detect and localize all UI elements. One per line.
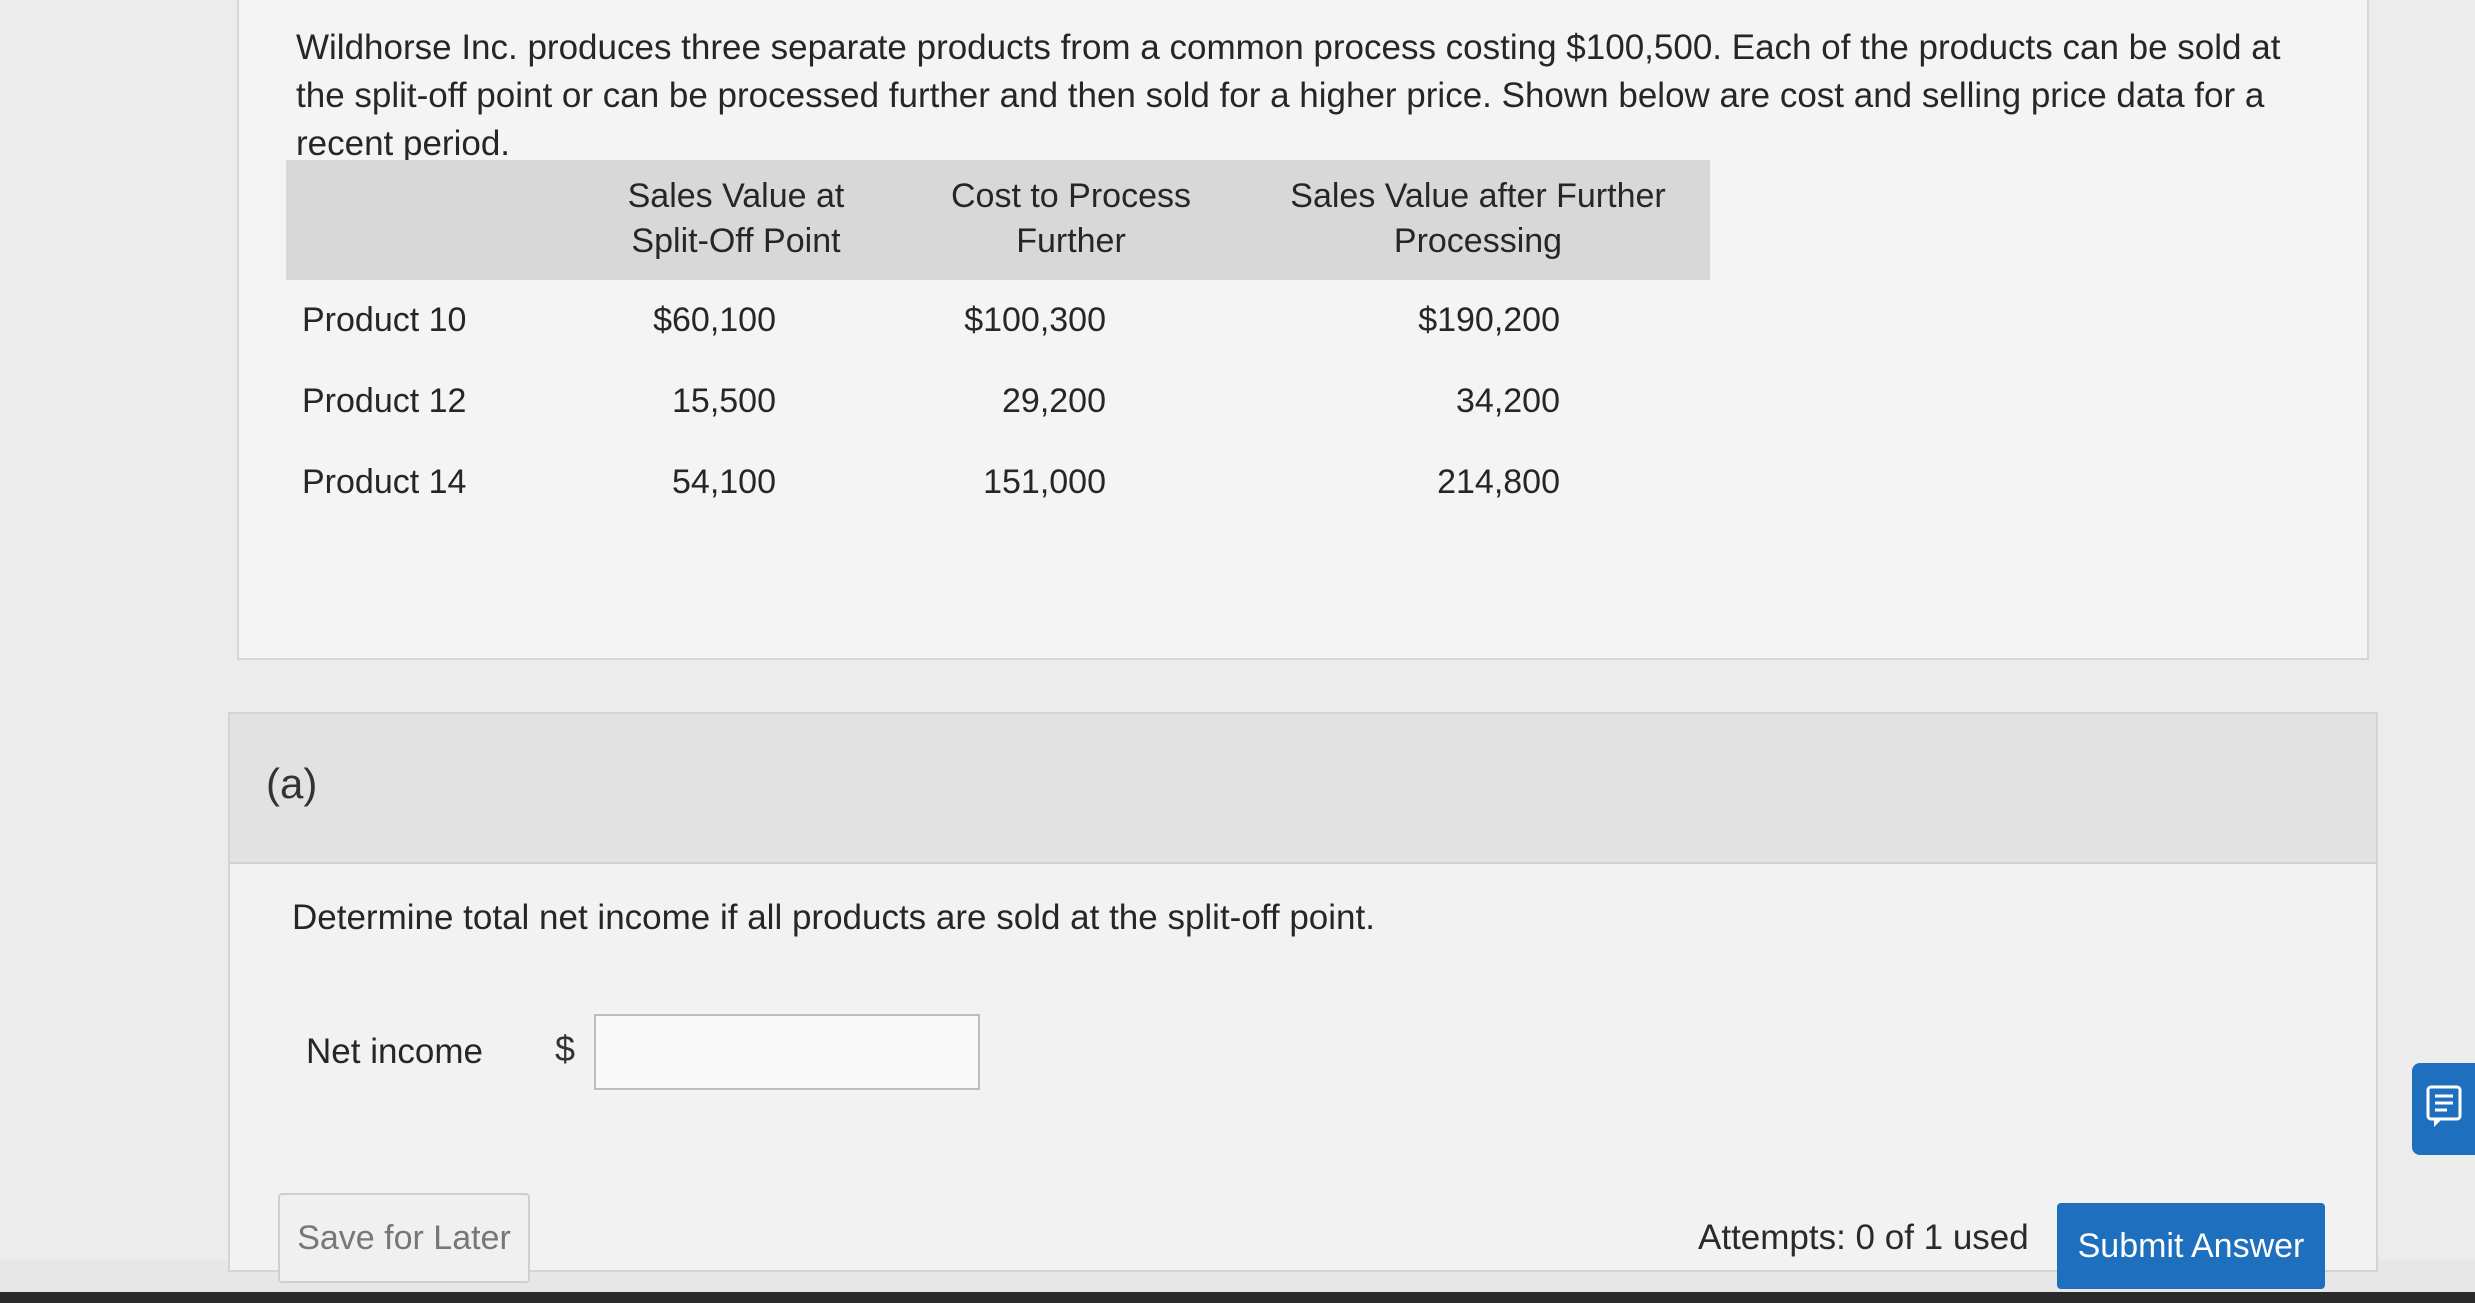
- table-row: Product 14 54,100 151,000 214,800: [286, 442, 1710, 523]
- table-row: Product 10 $60,100 $100,300 $190,200: [286, 280, 1710, 361]
- table-cell-split-off: 54,100: [672, 463, 776, 501]
- table-cell-sales-after: 214,800: [1437, 463, 1560, 501]
- table-header-blank: [286, 160, 576, 280]
- part-a-header: (a): [230, 714, 2376, 864]
- table-cell-product: Product 12: [302, 382, 467, 420]
- part-a-card: (a): [228, 712, 2378, 1272]
- currency-symbol: $: [555, 1028, 576, 1069]
- table-cell-split-off: 15,500: [672, 382, 776, 420]
- table-header-sales-after: Sales Value after Further Processing: [1246, 160, 1710, 280]
- table-cell-product: Product 10: [302, 301, 467, 339]
- table-header-row: Sales Value at Split-Off Point Cost to P…: [286, 160, 1710, 280]
- table-header-split-off: Sales Value at Split-Off Point: [576, 160, 896, 280]
- part-letter: (a): [266, 760, 318, 807]
- question-text: Determine total net income if all produc…: [292, 898, 1375, 937]
- table-cell-split-off: $60,100: [653, 301, 776, 339]
- table-cell-cost-further: $100,300: [964, 301, 1106, 339]
- problem-intro-text: Wildhorse Inc. produces three separate p…: [296, 28, 2281, 163]
- cost-data-table: Sales Value at Split-Off Point Cost to P…: [286, 160, 1710, 523]
- submit-answer-button[interactable]: Submit Answer: [2057, 1203, 2325, 1289]
- table-cell-product: Product 14: [302, 463, 467, 501]
- table-cell-sales-after: $190,200: [1418, 301, 1560, 339]
- net-income-label: Net income: [306, 1032, 484, 1071]
- table-cell-cost-further: 151,000: [983, 463, 1106, 501]
- net-income-input[interactable]: [594, 1014, 980, 1090]
- feedback-tab[interactable]: [2412, 1063, 2475, 1155]
- bottom-bar: [0, 1292, 2475, 1303]
- save-for-later-button[interactable]: Save for Later: [278, 1193, 530, 1283]
- table-header-cost-further: Cost to Process Further: [896, 160, 1246, 280]
- table-cell-sales-after: 34,200: [1456, 382, 1560, 420]
- attempts-counter: Attempts: 0 of 1 used: [1698, 1218, 2029, 1257]
- table-cell-cost-further: 29,200: [1002, 382, 1106, 420]
- feedback-lines-icon: [2426, 1085, 2462, 1134]
- table-row: Product 12 15,500 29,200 34,200: [286, 361, 1710, 442]
